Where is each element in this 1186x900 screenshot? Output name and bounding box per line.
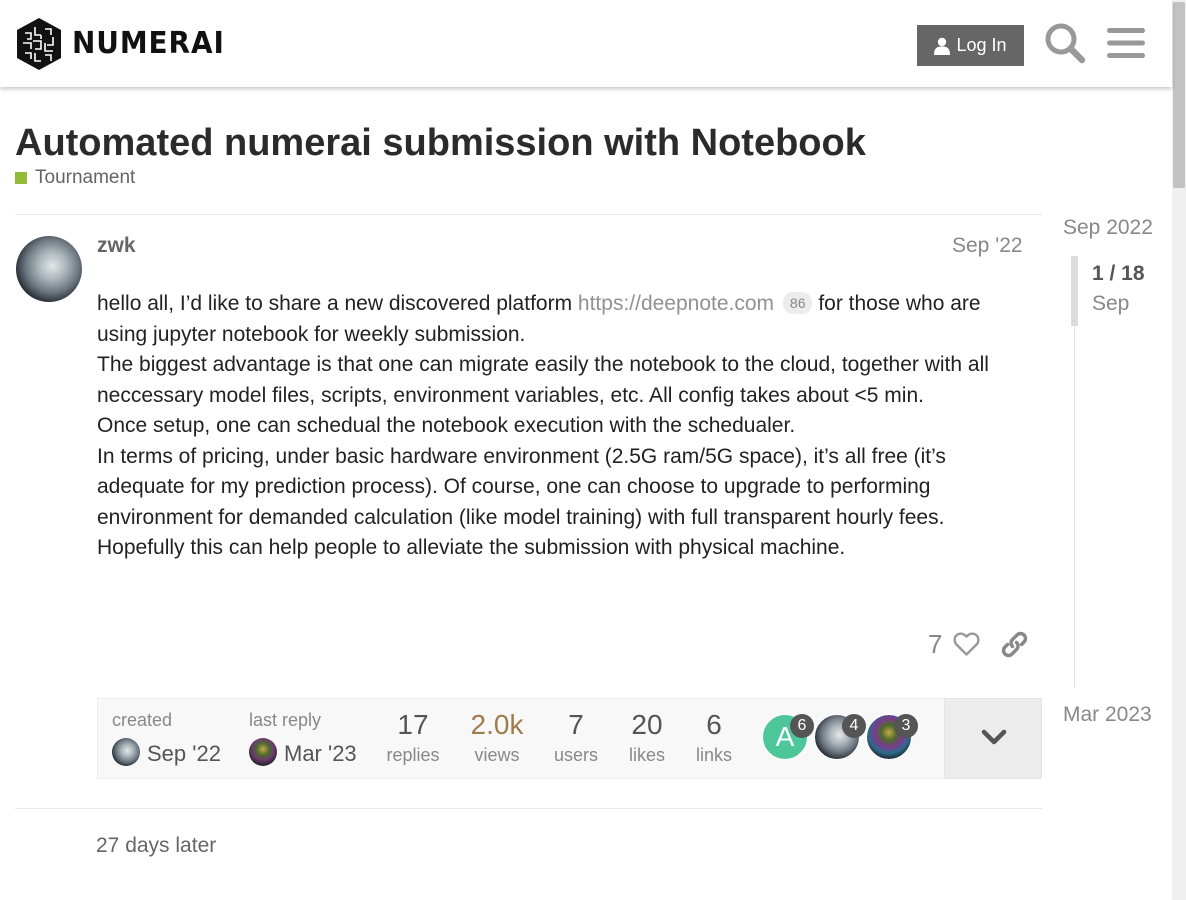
link-click-count: 86	[782, 292, 813, 314]
replies-label: replies	[386, 745, 440, 765]
divider	[15, 214, 1042, 215]
created-date[interactable]: Sep '22	[147, 741, 221, 767]
timeline-current-date: Sep	[1092, 292, 1130, 315]
participant-post-count: 3	[894, 714, 918, 738]
login-button[interactable]: Log In	[917, 25, 1024, 66]
post-text: hello all, I’d like to share a new disco…	[97, 292, 578, 315]
avatar[interactable]	[112, 738, 140, 766]
created-label: created	[112, 710, 173, 730]
heart-icon[interactable]	[953, 631, 980, 657]
category-badge[interactable]: Tournament	[15, 167, 135, 189]
post-author[interactable]: zwk	[97, 234, 136, 258]
category-name: Tournament	[35, 167, 136, 188]
site-header: NUMERAI Log In	[0, 0, 1172, 87]
participant-post-count: 4	[842, 714, 866, 738]
hamburger-menu-icon[interactable]	[1107, 26, 1145, 60]
chevron-down-icon	[981, 729, 1007, 745]
avatar[interactable]	[249, 738, 277, 766]
participant-post-count: 6	[790, 714, 814, 738]
logo-wordmark: NUMERAI	[72, 26, 225, 61]
topic-map: created Sep '22 last reply Mar '23 17 re…	[97, 698, 1042, 779]
last-reply-label: last reply	[249, 710, 322, 730]
category-color-swatch	[15, 172, 27, 184]
users-label: users	[553, 745, 598, 765]
avatar[interactable]	[16, 236, 82, 302]
site-logo[interactable]: NUMERAI	[15, 17, 236, 71]
timeline-scroller-handle[interactable]	[1071, 256, 1078, 326]
user-icon	[934, 37, 951, 55]
topic-title[interactable]: Automated numerai submission with Notebo…	[15, 122, 866, 165]
external-link[interactable]: https://deepnote.com	[578, 292, 774, 315]
scrollbar-thumb[interactable]	[1173, 2, 1185, 188]
timeline-start-date[interactable]: Sep 2022	[1063, 216, 1153, 240]
post-paragraph: hello all, I’d like to share a new disco…	[97, 289, 1032, 350]
expand-topic-map-button[interactable]	[944, 698, 1042, 779]
users-count: 7	[568, 709, 584, 740]
post-paragraph: The biggest advantage is that one can mi…	[97, 353, 989, 407]
links-count: 6	[706, 709, 722, 740]
like-count[interactable]: 7	[928, 629, 942, 660]
post-paragraph: Once setup, one can schedual the noteboo…	[97, 414, 796, 437]
replies-count: 17	[397, 709, 429, 740]
post-date[interactable]: Sep '22	[952, 234, 1023, 258]
link-icon[interactable]	[1001, 631, 1028, 658]
links-label: links	[695, 745, 732, 765]
time-gap-notice: 27 days later	[96, 834, 217, 857]
last-reply-date[interactable]: Mar '23	[284, 741, 357, 767]
views-label: views	[474, 745, 520, 765]
post-paragraph: In terms of pricing, under basic hardwar…	[97, 444, 946, 529]
timeline-progress: 1 / 18	[1092, 262, 1145, 285]
login-label: Log In	[956, 35, 1007, 55]
numerai-logo-icon	[17, 18, 61, 70]
divider	[15, 808, 1042, 809]
post-paragraph: Hopefully this can help people to allevi…	[97, 536, 846, 559]
views-count: 2.0k	[470, 709, 524, 740]
timeline-end-date[interactable]: Mar 2023	[1063, 703, 1152, 727]
search-icon[interactable]	[1044, 22, 1086, 64]
post-body: hello all, I’d like to share a new disco…	[97, 289, 1032, 564]
